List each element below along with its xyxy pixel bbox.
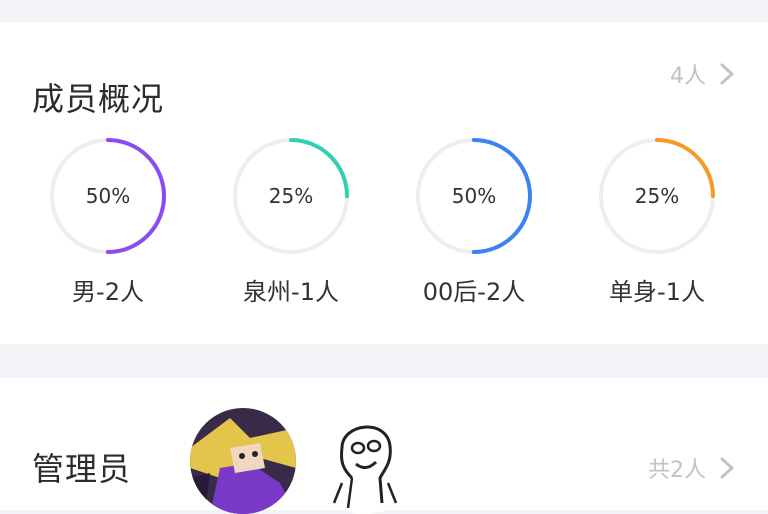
ring-chart: 50% xyxy=(46,134,170,258)
member-count-label: 4人 xyxy=(670,64,706,89)
stat-relationship[interactable]: 25% 单身-1人 xyxy=(572,134,742,307)
ring-chart: 25% xyxy=(595,134,719,258)
chevron-right-icon xyxy=(720,63,734,85)
chevron-right-icon xyxy=(720,457,734,479)
ring-percent: 25% xyxy=(634,184,680,208)
member-overview-card: 成员概况 4人 50% 男-2人 25% 泉州-1人 50% 00后-2人 25… xyxy=(0,22,768,344)
member-count-link[interactable]: 4人 xyxy=(670,58,742,90)
stat-city[interactable]: 25% 泉州-1人 xyxy=(206,134,376,307)
admin-avatars xyxy=(190,408,418,514)
stat-gender[interactable]: 50% 男-2人 xyxy=(23,134,193,307)
ring-percent: 50% xyxy=(85,184,131,208)
member-overview-title: 成员概况 xyxy=(32,80,165,118)
ring-percent: 25% xyxy=(268,184,314,208)
ring-percent: 50% xyxy=(451,184,497,208)
member-stats: 50% 男-2人 25% 泉州-1人 50% 00后-2人 25% 单身-1人 xyxy=(0,134,768,314)
admin-title: 管理员 xyxy=(32,450,132,488)
stat-label: 单身-1人 xyxy=(609,278,705,306)
meme-face-avatar[interactable] xyxy=(312,408,418,514)
stat-label: 00后-2人 xyxy=(422,278,526,306)
admin-count-label: 共2人 xyxy=(648,458,706,483)
stat-label: 泉州-1人 xyxy=(243,278,339,306)
admin-count-link[interactable]: 共2人 xyxy=(648,452,742,484)
stat-label: 男-2人 xyxy=(72,278,144,306)
stat-age[interactable]: 50% 00后-2人 xyxy=(389,134,559,307)
ring-chart: 25% xyxy=(229,134,353,258)
ring-chart: 50% xyxy=(412,134,536,258)
anime-character-avatar[interactable] xyxy=(190,408,296,514)
